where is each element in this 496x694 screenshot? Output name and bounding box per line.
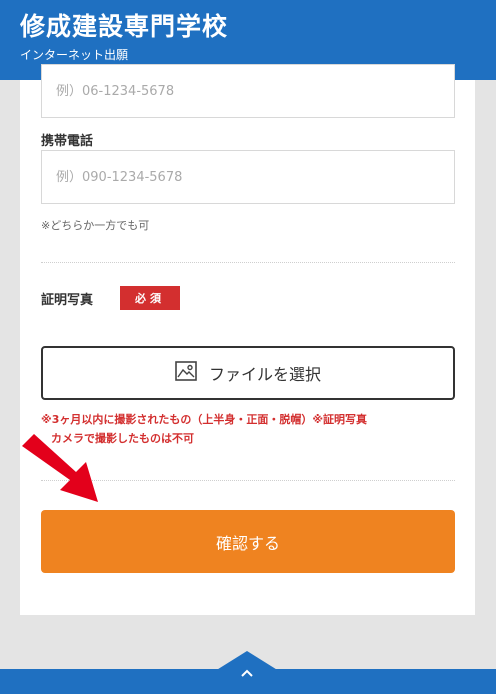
phone-input[interactable] (42, 65, 454, 117)
chevron-up-icon (241, 662, 253, 681)
school-title: 修成建設専門学校 (20, 12, 229, 41)
photo-note-line1: ※3ヶ月以内に撮影されたもの（上半身・正面・脱帽）※証明写真 (41, 413, 368, 426)
image-file-icon (175, 361, 197, 385)
page-subtitle: インターネット出願 (20, 48, 129, 62)
mobile-field[interactable] (41, 150, 455, 204)
mobile-input[interactable] (42, 151, 454, 203)
red-arrow-icon (22, 434, 98, 502)
file-select-button[interactable]: ファイルを選択 (41, 346, 455, 400)
divider (41, 262, 455, 263)
mobile-label: 携帯電話 (41, 134, 94, 149)
phone-field[interactable] (41, 64, 455, 118)
scroll-top-button[interactable] (237, 663, 257, 679)
confirm-button[interactable]: 確認する (41, 510, 455, 573)
photo-label: 証明写真 (41, 293, 94, 308)
application-form: 携帯電話 ※どちらか一方でも可 証明写真 必須 ファイルを選択 ※3ヶ月以内に撮… (20, 64, 475, 615)
file-select-label: ファイルを選択 (208, 365, 321, 384)
required-badge: 必須 (120, 286, 180, 310)
phone-note: ※どちらか一方でも可 (41, 219, 150, 232)
